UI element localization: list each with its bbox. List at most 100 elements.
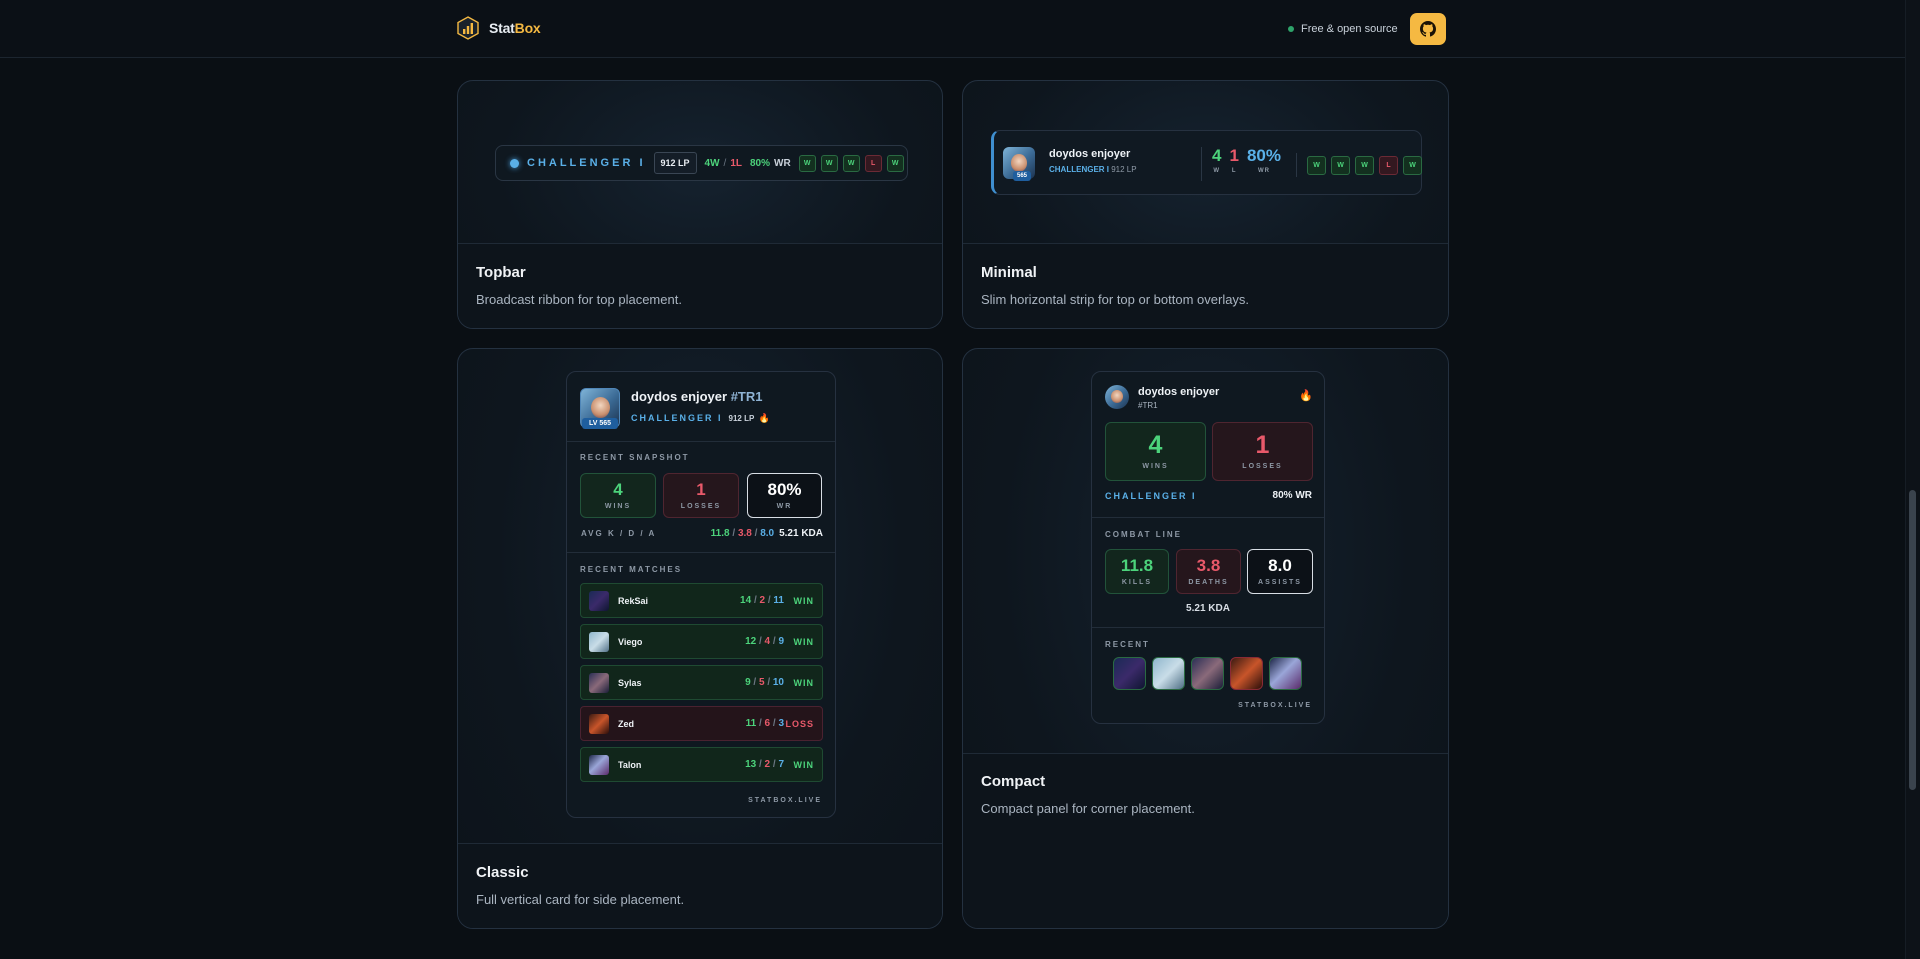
topbar-preview: CHALLENGER I 912 LP 4W / 1L 80% WR W W W… bbox=[458, 81, 942, 243]
champion-icon[interactable] bbox=[1191, 657, 1224, 690]
lp-badge: 912 LP bbox=[653, 152, 697, 174]
match-row[interactable]: Sylas 9 / 5 / 10 WIN bbox=[580, 665, 823, 700]
stats-group: 4 W 1 L 80% WR bbox=[1201, 147, 1281, 181]
winrate-text: 80% WR bbox=[1272, 490, 1312, 501]
champion-icon[interactable] bbox=[1113, 657, 1146, 690]
champion-icon bbox=[589, 713, 609, 734]
topbar-ribbon: CHALLENGER I 912 LP 4W / 1L 80% WR W W W… bbox=[495, 145, 908, 181]
summoner-name: doydos enjoyer bbox=[1138, 386, 1220, 398]
summoner-tag: #TR1 bbox=[1138, 401, 1158, 410]
card-description: Compact panel for corner placement. bbox=[981, 801, 1195, 816]
form-pill: L bbox=[1379, 155, 1398, 175]
flame-icon: 🔥 bbox=[1299, 390, 1313, 402]
form-pill: W bbox=[1307, 155, 1326, 175]
form-pill: W bbox=[842, 154, 860, 172]
level-badge: LV 565 bbox=[582, 418, 618, 429]
section-label: RECENT SNAPSHOT bbox=[580, 453, 690, 462]
section-label: COMBAT LINE bbox=[1105, 530, 1182, 539]
compact-preview: doydos enjoyer #TR1 🔥 4 WINS 1 LOSSES CHAL… bbox=[963, 349, 1448, 753]
losses-box: 1 LOSSES bbox=[1212, 422, 1313, 481]
champion-icon bbox=[589, 631, 609, 652]
open-source-badge: Free & open source bbox=[1288, 23, 1398, 35]
form-pills: W W W L W bbox=[798, 154, 904, 172]
minimal-card[interactable]: 565 doydos enjoyer CHALLENGER I 912 LP 4… bbox=[962, 80, 1449, 329]
rank-text: CHALLENGER I bbox=[527, 157, 646, 169]
wins-label: W bbox=[1213, 168, 1221, 174]
rank-dot-icon bbox=[510, 158, 519, 168]
card-title: Classic bbox=[476, 864, 529, 881]
minimal-strip: 565 doydos enjoyer CHALLENGER I 912 LP 4… bbox=[991, 130, 1422, 195]
rank-line: CHALLENGER I 912 LP bbox=[1049, 165, 1137, 174]
winrate-value: 80% bbox=[749, 157, 770, 169]
kills-box: 11.8 KILLS bbox=[1105, 549, 1169, 594]
brand-watermark: STATBOX.LIVE bbox=[748, 797, 822, 804]
form-pill: W bbox=[886, 154, 904, 172]
winrate-box: 80% WR bbox=[747, 473, 822, 518]
github-button[interactable] bbox=[1409, 13, 1446, 45]
winrate-value: 80% bbox=[1246, 146, 1281, 165]
compact-card[interactable]: doydos enjoyer #TR1 🔥 4 WINS 1 LOSSES CHAL… bbox=[962, 348, 1449, 929]
losses-label: L bbox=[1231, 168, 1237, 174]
brand-watermark: STATBOX.LIVE bbox=[1238, 702, 1312, 709]
status-dot bbox=[1288, 26, 1294, 32]
form-pill: W bbox=[1355, 155, 1374, 175]
winrate-label: WR bbox=[1257, 168, 1270, 174]
topbar-footer: Topbar Broadcast ribbon for top placemen… bbox=[458, 243, 942, 328]
form-pill: W bbox=[1331, 155, 1350, 175]
separator: / bbox=[723, 157, 727, 169]
assists-box: 8.0 ASSISTS bbox=[1247, 549, 1313, 594]
classic-card[interactable]: LV 565 doydos enjoyer #TR1 CHALLENGER I9… bbox=[457, 348, 943, 929]
summoner-name: doydos enjoyer bbox=[1049, 148, 1131, 160]
avatar bbox=[1105, 385, 1129, 409]
avg-kda-row: AVG K / D / A 11.8 / 3.8 / 8.0 5.21 KDA bbox=[581, 528, 823, 539]
classic-preview: LV 565 doydos enjoyer #TR1 CHALLENGER I9… bbox=[458, 349, 942, 843]
wins-value: 4 bbox=[1212, 146, 1222, 165]
champion-icon bbox=[589, 672, 609, 693]
form-pill: W bbox=[820, 154, 838, 172]
card-title: Minimal bbox=[981, 264, 1037, 281]
github-icon bbox=[1419, 21, 1436, 37]
champion-icon[interactable] bbox=[1230, 657, 1263, 690]
losses-value: 1 bbox=[1229, 146, 1239, 165]
card-title: Compact bbox=[981, 773, 1046, 790]
champion-icon bbox=[589, 590, 609, 611]
logo-text: StatBox bbox=[489, 20, 541, 36]
card-title: Topbar bbox=[476, 264, 526, 281]
player-header: LV 565 doydos enjoyer #TR1 CHALLENGER I9… bbox=[567, 372, 835, 442]
champion-icon[interactable] bbox=[1269, 657, 1302, 690]
wins-count: 4W bbox=[704, 157, 720, 169]
recent-champions bbox=[1113, 657, 1302, 690]
rank-line: CHALLENGER I 912 LP 🔥 bbox=[631, 413, 773, 423]
losses-count: 1L bbox=[730, 157, 742, 169]
match-row[interactable]: RekSai 14 / 2 / 11 WIN bbox=[580, 583, 823, 618]
form-pill: W bbox=[1403, 155, 1422, 175]
deaths-box: 3.8 DEATHS bbox=[1176, 549, 1241, 594]
scrollbar-thumb[interactable] bbox=[1909, 490, 1916, 790]
winrate-label: WR bbox=[774, 157, 791, 169]
champion-icon bbox=[589, 754, 609, 775]
section-label: RECENT bbox=[1105, 640, 1150, 649]
level-badge: 565 bbox=[1013, 171, 1031, 181]
champion-icon[interactable] bbox=[1152, 657, 1185, 690]
losses-box: 1 LOSSES bbox=[663, 473, 739, 518]
form-pills: W W W L W bbox=[1296, 153, 1422, 177]
compact-overlay: doydos enjoyer #TR1 🔥 4 WINS 1 LOSSES CHAL… bbox=[1091, 371, 1325, 724]
classic-footer: Classic Full vertical card for side plac… bbox=[458, 843, 942, 928]
classic-overlay: LV 565 doydos enjoyer #TR1 CHALLENGER I9… bbox=[566, 371, 836, 818]
card-description: Slim horizontal strip for top or bottom … bbox=[981, 292, 1250, 307]
kda-text: 5.21 KDA bbox=[1186, 603, 1230, 614]
form-pill: L bbox=[864, 154, 882, 172]
card-description: Full vertical card for side placement. bbox=[476, 892, 685, 907]
topbar-card[interactable]: CHALLENGER I 912 LP 4W / 1L 80% WR W W W… bbox=[457, 80, 943, 329]
scrollbar-track[interactable] bbox=[1905, 0, 1920, 959]
match-row[interactable]: Zed 11 / 6 / 3 LOSS bbox=[580, 706, 823, 741]
minimal-preview: 565 doydos enjoyer CHALLENGER I 912 LP 4… bbox=[963, 81, 1448, 243]
match-row[interactable]: Talon 13 / 2 / 7 WIN bbox=[580, 747, 823, 782]
logo[interactable]: StatBox bbox=[457, 16, 541, 40]
summoner-name: doydos enjoyer #TR1 bbox=[631, 389, 763, 404]
wins-box: 4 WINS bbox=[580, 473, 656, 518]
compact-footer: Compact Compact panel for corner placeme… bbox=[963, 753, 1448, 928]
section-label: RECENT MATCHES bbox=[580, 565, 683, 574]
minimal-footer: Minimal Slim horizontal strip for top or… bbox=[963, 243, 1448, 328]
match-row[interactable]: Viego 12 / 4 / 9 WIN bbox=[580, 624, 823, 659]
